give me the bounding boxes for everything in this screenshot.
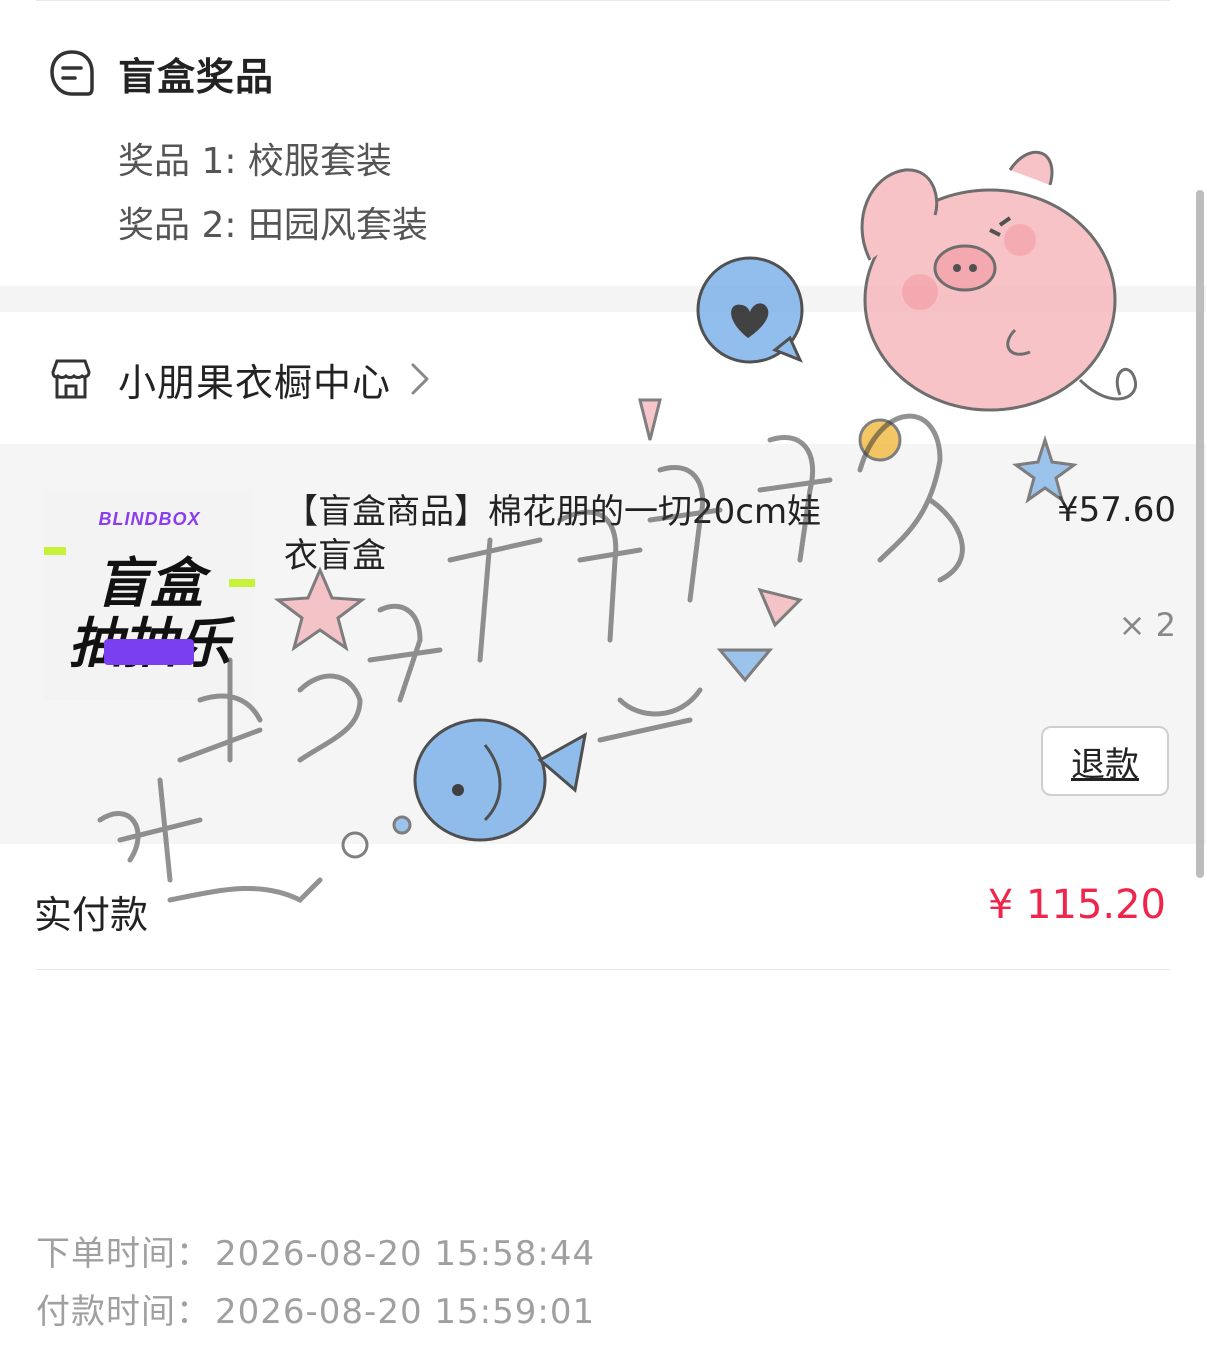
pay-time-value: 2026-08-20 15:59:01 (215, 1292, 596, 1332)
store-icon (51, 359, 91, 399)
shop-name: 小朋果衣橱中心 (118, 360, 392, 405)
section-gap (0, 286, 1206, 312)
product-title[interactable]: 【盲盒商品】棉花朋的一切20cm娃衣盲盒 (284, 490, 844, 578)
order-time-value: 2026-08-20 15:58:44 (215, 1234, 596, 1274)
thumbnail-tag: BLINDBOX (98, 509, 201, 529)
note-icon (50, 49, 94, 96)
chevron-right-icon (411, 363, 429, 395)
paid-amount: ¥ 115.20 (987, 882, 1166, 928)
divider (36, 969, 1170, 970)
pay-time-label: 付款时间： (36, 1292, 211, 1332)
product-quantity: × 2 (1118, 606, 1176, 644)
order-time-label: 下单时间： (36, 1234, 211, 1274)
shop-link[interactable]: 小朋果衣橱中心 (48, 350, 431, 408)
product-thumbnail[interactable]: BLINDBOX 盲盒 抽抽乐 (44, 489, 255, 700)
prize-item: 奖品 2: 田园风套装 (118, 205, 428, 246)
product-price: ¥57.60 (1057, 490, 1176, 530)
prize-section-header: 盲盒奖品 (48, 46, 274, 101)
sunglasses-icon (104, 639, 194, 665)
scrollbar[interactable] (1196, 190, 1204, 878)
pay-time-row: 付款时间： 2026-08-20 15:59:01 (36, 1284, 595, 1333)
top-divider (36, 0, 1170, 1)
order-time-row: 下单时间： 2026-08-20 15:58:44 (36, 1226, 595, 1275)
pig-sticker (860, 150, 1137, 412)
prize-section-title: 盲盒奖品 (118, 55, 275, 99)
refund-button[interactable]: 退款 (1041, 726, 1169, 796)
paid-label: 实付款 (34, 893, 149, 937)
prize-item: 奖品 1: 校服套装 (118, 141, 392, 182)
